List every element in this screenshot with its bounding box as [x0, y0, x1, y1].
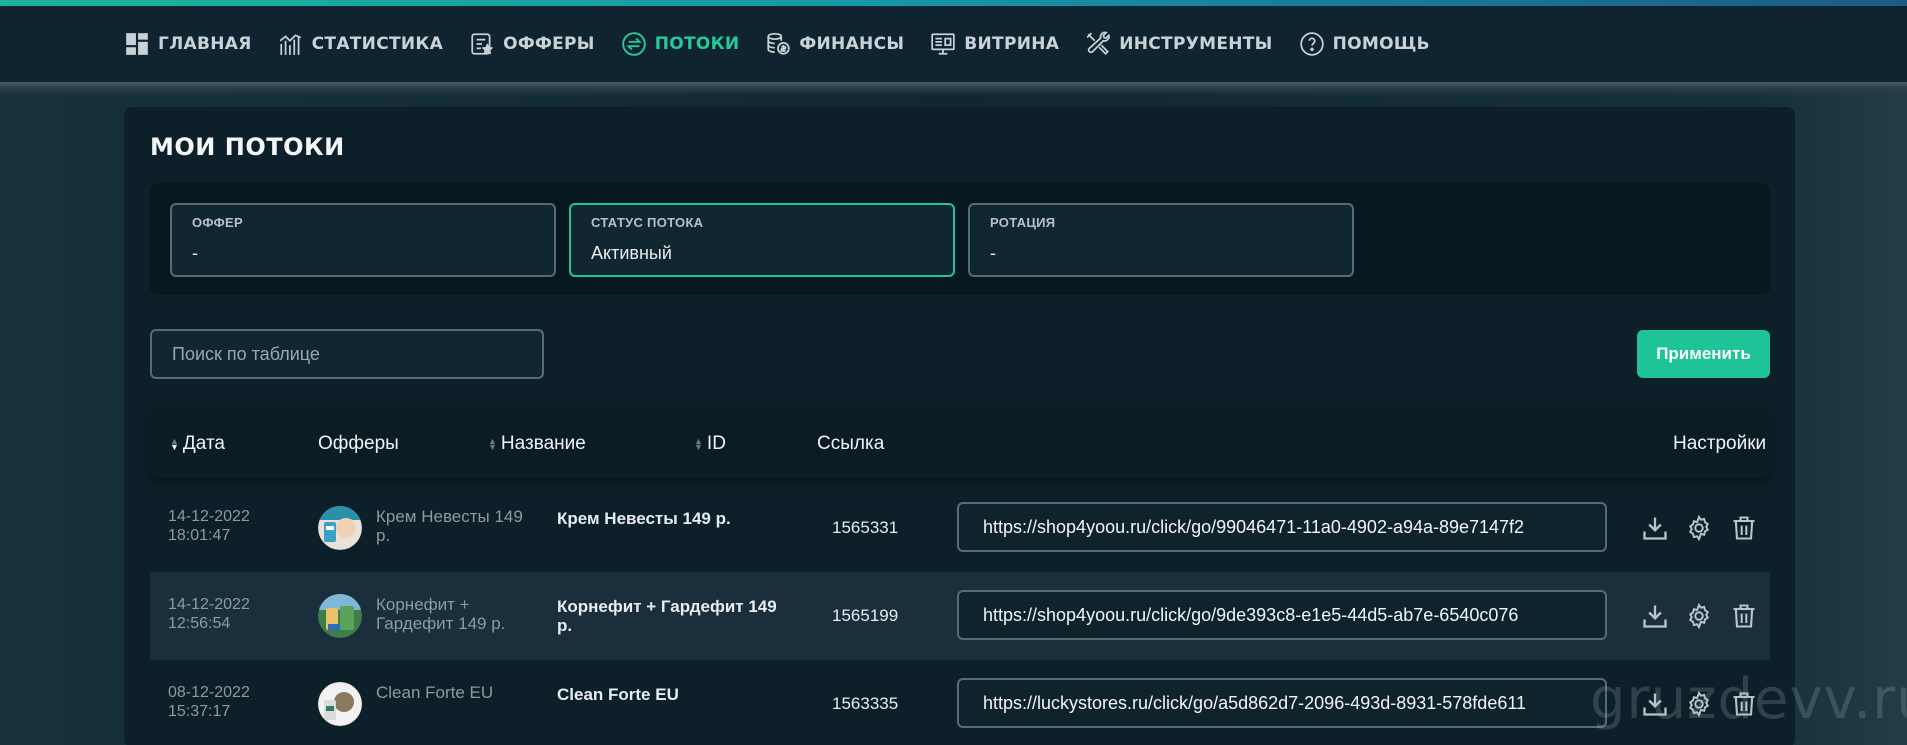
download-icon[interactable] — [1641, 602, 1669, 630]
watermark-text: gruzdevv.ru — [1590, 667, 1907, 732]
status-filter-label: СТАТУС ПОТОКА — [591, 215, 704, 230]
column-date-label: Дата — [182, 433, 225, 454]
row-date: 14-12-2022 12:56:54 — [168, 595, 250, 633]
status-filter-value: Активный — [591, 243, 672, 263]
rotation-filter-value: - — [990, 243, 996, 263]
dashboard-icon — [126, 33, 148, 55]
nav-label: ФИНАНСЫ — [799, 34, 905, 54]
row-date-time: 18:01:47 — [168, 527, 231, 544]
apply-button[interactable]: Применить — [1637, 330, 1770, 378]
row-date-time: 12:56:54 — [168, 615, 231, 632]
column-id[interactable]: ▲ ▼ ID — [694, 433, 726, 455]
tools-icon — [1086, 31, 1111, 55]
sort-icon: ▲ ▼ — [488, 436, 497, 452]
column-settings-label: Настройки — [1673, 433, 1767, 454]
nav-item-main[interactable]: ГЛАВНАЯ — [124, 31, 252, 57]
row-date-day: 08-12-2022 — [168, 684, 250, 701]
gear-icon[interactable] — [1685, 602, 1713, 630]
stats-icon — [279, 34, 301, 55]
rotation-filter[interactable]: РОТАЦИЯ - — [968, 203, 1354, 277]
nav-label: ПОТОКИ — [654, 34, 740, 54]
page-title: МОИ ПОТОКИ — [150, 133, 345, 161]
column-name[interactable]: ▲ ▼ Название — [488, 433, 586, 455]
nav-item-finance[interactable]: ФИНАНСЫ — [765, 31, 904, 57]
row-offer: Корнефит + Гардефит 149 р. — [376, 595, 506, 633]
column-offers-label: Офферы — [318, 433, 399, 454]
streams-icon — [621, 32, 646, 56]
navbar-shadow — [0, 82, 1907, 96]
offer-filter[interactable]: ОФФЕР - — [170, 203, 556, 277]
row-name: Clean Forte EU — [557, 685, 679, 704]
row-name: Крем Невесты 149 р. — [557, 509, 731, 528]
offer-thumbnail — [318, 682, 362, 726]
table-row: 14-12-2022 12:56:54 Корнефит + Гардефит … — [150, 572, 1770, 660]
row-date: 14-12-2022 18:01:47 — [168, 507, 250, 545]
column-settings: Настройки — [1673, 433, 1766, 455]
main-navigation: ГЛАВНАЯ СТАТИСТИКА ОФФЕРЫ ПОТОКИ ФИНАНСЫ… — [0, 6, 1907, 82]
nav-label: ОФФЕРЫ — [503, 34, 595, 54]
table-search-input[interactable] — [150, 329, 544, 379]
offer-thumbnail — [318, 506, 362, 550]
status-filter[interactable]: СТАТУС ПОТОКА Активный — [569, 203, 955, 277]
stream-link-field[interactable] — [957, 502, 1607, 552]
showcase-icon — [931, 33, 955, 55]
row-id: 1565331 — [832, 518, 899, 537]
nav-item-help[interactable]: ПОМОЩЬ — [1299, 31, 1430, 57]
stream-link-field[interactable] — [957, 678, 1607, 728]
column-link: Ссылка — [817, 433, 884, 455]
sort-desc-icon: ▲ ▼ — [170, 436, 179, 452]
row-date-day: 14-12-2022 — [168, 596, 250, 613]
finance-icon — [767, 32, 791, 55]
download-icon[interactable] — [1641, 514, 1669, 542]
nav-label: ИНСТРУМЕНТЫ — [1119, 34, 1273, 54]
sort-icon: ▲ ▼ — [694, 436, 703, 452]
rotation-filter-label: РОТАЦИЯ — [990, 215, 1056, 230]
column-id-label: ID — [706, 433, 726, 454]
row-date-time: 15:37:17 — [168, 703, 231, 720]
nav-item-stats[interactable]: СТАТИСТИКА — [278, 31, 443, 57]
row-date-day: 14-12-2022 — [168, 508, 250, 525]
nav-label: ПОМОЩЬ — [1332, 34, 1430, 54]
offer-filter-value: - — [192, 243, 198, 263]
help-icon — [1299, 32, 1324, 56]
nav-item-showcase[interactable]: ВИТРИНА — [930, 31, 1059, 57]
streams-panel: МОИ ПОТОКИ ОФФЕР - СТАТУС ПОТОКА Активны… — [124, 107, 1795, 745]
row-offer: Крем Невесты 149 р. — [376, 507, 523, 545]
filters-bar: ОФФЕР - СТАТУС ПОТОКА Активный РОТАЦИЯ - — [150, 183, 1770, 295]
offer-filter-label: ОФФЕР — [192, 215, 243, 230]
column-offers: Офферы — [318, 433, 399, 455]
nav-item-tools[interactable]: ИНСТРУМЕНТЫ — [1085, 31, 1272, 57]
nav-label: ВИТРИНА — [964, 34, 1060, 54]
stream-link-field[interactable] — [957, 590, 1607, 640]
gear-icon[interactable] — [1685, 514, 1713, 542]
nav-item-offers[interactable]: ОФФЕРЫ — [469, 31, 595, 57]
column-name-label: Название — [500, 433, 586, 454]
row-id: 1563335 — [832, 694, 899, 713]
column-link-label: Ссылка — [817, 433, 885, 454]
nav-item-streams[interactable]: ПОТОКИ — [621, 31, 740, 57]
table-header: ▲ ▼ Дата Офферы ▲ ▼ Название ▲ ▼ ID Ссылка … — [150, 410, 1770, 478]
row-date: 08-12-2022 15:37:17 — [168, 683, 250, 721]
offers-icon — [471, 33, 494, 55]
nav-label: СТАТИСТИКА — [311, 34, 444, 54]
row-id: 1565199 — [832, 606, 899, 625]
nav-label: ГЛАВНАЯ — [158, 34, 252, 54]
table-row: 08-12-2022 15:37:17 Clean Forte EU Clean… — [150, 660, 1770, 745]
table-row: 14-12-2022 18:01:47 Крем Невесты 149 р. … — [150, 484, 1770, 572]
trash-icon[interactable] — [1730, 514, 1758, 542]
row-name: Корнефит + Гардефит 149 р. — [557, 597, 777, 635]
trash-icon[interactable] — [1730, 602, 1758, 630]
column-date[interactable]: ▲ ▼ Дата — [170, 433, 225, 455]
row-offer: Clean Forte EU — [376, 683, 494, 702]
offer-thumbnail — [318, 594, 362, 638]
